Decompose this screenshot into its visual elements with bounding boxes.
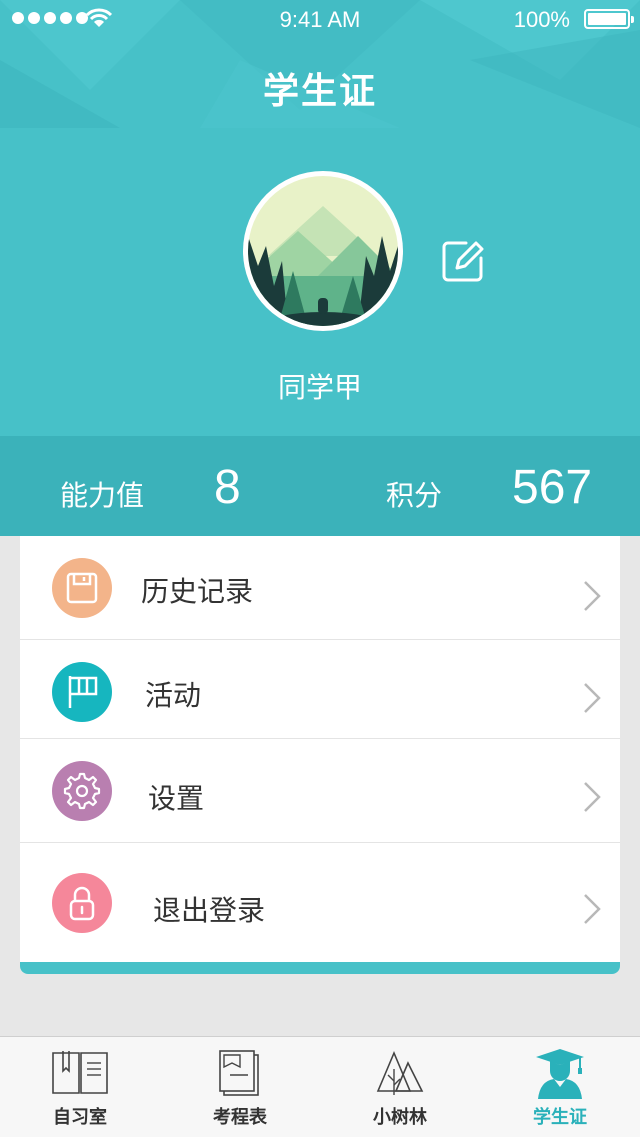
menu-item-label: 活动 xyxy=(145,679,202,712)
tab-label: 考程表 xyxy=(213,1107,267,1128)
gear-icon xyxy=(52,761,112,821)
schedule-icon xyxy=(219,1050,259,1096)
points-label: 积分 xyxy=(386,479,443,512)
username: 同学甲 xyxy=(277,371,362,404)
chevron-right-icon xyxy=(584,581,601,611)
graduate-icon xyxy=(536,1049,584,1099)
chevron-right-icon xyxy=(584,894,601,924)
tab-bar: 自习室 考程表 小树林 学生证 xyxy=(0,1036,640,1137)
ability-label: 能力值 xyxy=(60,479,145,512)
book-icon xyxy=(52,1051,108,1094)
menu-list: 历史记录 活动 设置 退出登录 xyxy=(20,536,620,974)
avatar[interactable] xyxy=(243,171,403,331)
chevron-right-icon xyxy=(584,683,601,713)
tab-forest[interactable]: 小树林 xyxy=(320,1037,480,1137)
menu-bottom-accent xyxy=(20,962,620,974)
tab-label: 小树林 xyxy=(373,1107,427,1128)
ability-value: 8 xyxy=(214,461,241,514)
menu-item-label: 退出登录 xyxy=(153,894,266,927)
menu-item-label: 设置 xyxy=(148,782,205,815)
avatar-landscape-image xyxy=(248,176,398,326)
lock-icon xyxy=(52,873,112,933)
tab-study-room[interactable]: 自习室 xyxy=(0,1037,160,1137)
menu-item-settings[interactable]: 设置 xyxy=(20,739,620,843)
chevron-right-icon xyxy=(584,782,601,812)
menu-item-label: 历史记录 xyxy=(141,575,254,608)
stats-bar: 能力值 8 积分 567 xyxy=(0,436,640,536)
menu-item-history[interactable]: 历史记录 xyxy=(20,536,620,640)
battery-percent: 100% xyxy=(513,7,570,32)
menu-item-logout[interactable]: 退出登录 xyxy=(20,843,620,962)
flag-icon xyxy=(52,662,112,722)
floppy-disk-icon xyxy=(52,558,112,618)
points-value: 567 xyxy=(512,461,593,514)
tab-label: 学生证 xyxy=(533,1107,587,1128)
profile-header: 9:41 AM 100% 学生证 同学甲 能力值 8 积分 567 xyxy=(0,0,640,536)
tab-schedule[interactable]: 考程表 xyxy=(160,1037,320,1137)
page-title: 学生证 xyxy=(262,71,377,112)
battery-icon xyxy=(584,9,634,29)
edit-profile-icon[interactable] xyxy=(440,238,486,284)
tab-student-id[interactable]: 学生证 xyxy=(480,1037,640,1137)
tab-label: 自习室 xyxy=(53,1107,107,1128)
menu-item-activity[interactable]: 活动 xyxy=(20,640,620,739)
forest-icon xyxy=(376,1050,424,1095)
status-bar: 9:41 AM 100% xyxy=(0,0,640,40)
